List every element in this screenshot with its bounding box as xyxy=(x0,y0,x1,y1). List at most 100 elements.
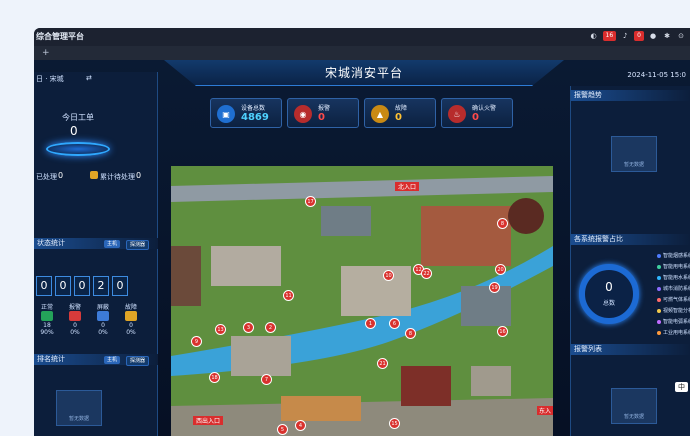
power-icon[interactable]: ⊙ xyxy=(676,31,686,41)
settings-icon[interactable]: ✱ xyxy=(662,31,672,41)
dashboard-header: 宋城消安平台 xyxy=(164,60,564,86)
map-pin[interactable]: 11 xyxy=(283,290,294,301)
map-pin[interactable]: 17 xyxy=(305,196,316,207)
normal-icon xyxy=(41,311,53,321)
digit: 2 xyxy=(93,276,109,296)
fire-icon: ♨ xyxy=(448,105,466,123)
east-entrance-label[interactable]: 东入 xyxy=(537,406,553,415)
map-pin[interactable]: 8 xyxy=(497,218,508,229)
legend-label: 城市消防系统 xyxy=(663,286,690,292)
left-panel: 日 · 宋城 ⇄ 今日工单 0 已处理 0 累计待处理 0 状态统计 主机 探测… xyxy=(34,72,158,436)
legend-label: 智能电弧系统 xyxy=(663,319,690,325)
right-panel: 报警趋势 暂无数据 各系统报警占比 0 总数 智能烟感系统智能用电系统智能用水系… xyxy=(570,86,690,436)
map-pin[interactable]: 18 xyxy=(209,372,220,383)
warning-icon: ▲ xyxy=(371,105,389,123)
legend-dot-icon xyxy=(657,275,661,280)
legend-item[interactable]: 智能用电系统 xyxy=(657,263,690,270)
tab-host[interactable]: 主机 xyxy=(104,240,121,248)
legend-dot-icon xyxy=(657,264,661,269)
north-entrance-label[interactable]: 北入口 xyxy=(395,182,420,191)
legend-item[interactable]: 城市消防系统 xyxy=(657,285,690,292)
kpi-value: 0 xyxy=(395,112,402,123)
legend-label: 智能烟感系统 xyxy=(663,253,690,259)
map-pin[interactable]: 5 xyxy=(277,424,288,435)
map-pin[interactable]: 6 xyxy=(389,318,400,329)
kpi-row: ▣ 设备总数 4869 ◉ 报警 0 ▲ 故障 0 ♨ 确认火警 0 xyxy=(210,98,513,128)
map-pin[interactable]: 10 xyxy=(383,270,394,281)
stat-shield: 屏蔽 0 0% xyxy=(92,302,114,336)
tab-detector[interactable]: 探测器 xyxy=(126,240,150,250)
digit: 0 xyxy=(36,276,52,296)
notify-count-badge[interactable]: 0 xyxy=(634,31,644,41)
rank-tab-host[interactable]: 主机 xyxy=(104,356,121,364)
pending-icon xyxy=(90,171,98,179)
bell-icon[interactable]: ♪ xyxy=(620,31,630,41)
today-workorder-title: 今日工单 xyxy=(62,113,94,122)
map-pin[interactable]: 22 xyxy=(421,268,432,279)
legend-dot-icon xyxy=(657,330,661,335)
legend-item[interactable]: 可燃气体系统 xyxy=(657,296,690,303)
alert-count-badge[interactable]: 16 xyxy=(602,31,617,41)
alarm-trend-title: 报警趋势 xyxy=(574,91,602,99)
user-icon[interactable]: ● xyxy=(648,31,658,41)
map-pin[interactable]: 20 xyxy=(495,264,506,275)
donut-label: 总数 xyxy=(602,300,615,307)
alarm-list-no-data: 暂无数据 xyxy=(611,388,657,424)
stat-percent: 0% xyxy=(126,329,136,336)
stat-value: 0 xyxy=(101,322,105,329)
legend-item[interactable]: 视频智能分析 xyxy=(657,307,690,314)
dashboard-title: 宋城消安平台 xyxy=(324,66,403,80)
legend-label: 智能用水系统 xyxy=(663,275,690,281)
ime-indicator[interactable]: 中 xyxy=(675,382,688,392)
map-pin[interactable]: 4 xyxy=(295,420,306,431)
kpi-fault[interactable]: ▲ 故障 0 xyxy=(364,98,436,128)
stat-percent: 90% xyxy=(40,329,54,336)
west-entrance-label[interactable]: 西出入口 xyxy=(193,416,224,425)
screenshot-frame: 综合管理平台 ◐ 16 ♪ 0 ● ✱ ⊙ + 宋城消安平台 2024-11-0… xyxy=(0,0,690,436)
kpi-label: 确认火警 xyxy=(472,105,497,112)
rank-tab-detector[interactable]: 探测器 xyxy=(126,356,150,366)
map-pin[interactable]: 15 xyxy=(389,418,400,429)
legend-item[interactable]: 工业用电系统 xyxy=(657,329,690,336)
window-titlebar: 综合管理平台 ◐ 16 ♪ 0 ● ✱ ⊙ xyxy=(34,28,690,46)
map-pin[interactable]: 2 xyxy=(265,322,276,333)
legend-item[interactable]: 智能烟感系统 xyxy=(657,252,690,259)
map-pin[interactable]: 8 xyxy=(405,328,416,339)
legend-item[interactable]: 智能用水系统 xyxy=(657,274,690,281)
map-pin[interactable]: 1 xyxy=(365,318,376,329)
swap-icon[interactable]: ⇄ xyxy=(86,74,92,82)
map-pin[interactable]: 9 xyxy=(191,336,202,347)
eye-icon[interactable]: ◐ xyxy=(589,31,599,41)
alarm-share-title: 各系统报警占比 xyxy=(574,235,623,243)
processed-value: 0 xyxy=(58,171,64,180)
titlebar-tray: ◐ 16 ♪ 0 ● ✱ ⊙ xyxy=(589,31,686,41)
stat-value: 0 xyxy=(73,322,77,329)
legend-label: 工业用电系统 xyxy=(663,330,690,336)
park-map-illustration xyxy=(171,166,553,436)
map-pin[interactable]: 3 xyxy=(243,322,254,333)
dashboard: 宋城消安平台 2024-11-05 15:0 日 · 宋城 ⇄ 今日工单 0 已… xyxy=(34,60,690,436)
digit: 0 xyxy=(55,276,71,296)
new-tab-icon[interactable]: + xyxy=(42,46,50,60)
alarm-icon xyxy=(69,311,81,321)
map-pin[interactable]: 7 xyxy=(261,374,272,385)
kpi-fire-confirmed[interactable]: ♨ 确认火警 0 xyxy=(441,98,513,128)
scope-selector[interactable]: 日 · 宋城 xyxy=(36,74,64,84)
browser-window: 综合管理平台 ◐ 16 ♪ 0 ● ✱ ⊙ + 宋城消安平台 2024-11-0… xyxy=(34,28,690,436)
stat-label: 故障 xyxy=(124,304,137,311)
stat-label: 正常 xyxy=(40,304,53,311)
digit: 0 xyxy=(112,276,128,296)
map-pin[interactable]: 16 xyxy=(497,326,508,337)
park-map[interactable]: 北入口 西出入口 东入 17 12 11 2 3 1 18 7 13 16 19 20 8 6 8 21 10 5… xyxy=(171,166,553,436)
map-pin[interactable]: 19 xyxy=(489,282,500,293)
legend-dot-icon xyxy=(657,308,661,313)
stat-value: 18 xyxy=(43,322,51,329)
kpi-alarm[interactable]: ◉ 报警 0 xyxy=(287,98,359,128)
kpi-device-total[interactable]: ▣ 设备总数 4869 xyxy=(210,98,282,128)
map-pin[interactable]: 21 xyxy=(377,358,388,369)
device-icon: ▣ xyxy=(217,105,235,123)
legend-dot-icon xyxy=(657,286,661,291)
legend-item[interactable]: 智能电弧系统 xyxy=(657,318,690,325)
map-pin[interactable]: 13 xyxy=(215,324,226,335)
stat-percent: 0% xyxy=(70,329,80,336)
